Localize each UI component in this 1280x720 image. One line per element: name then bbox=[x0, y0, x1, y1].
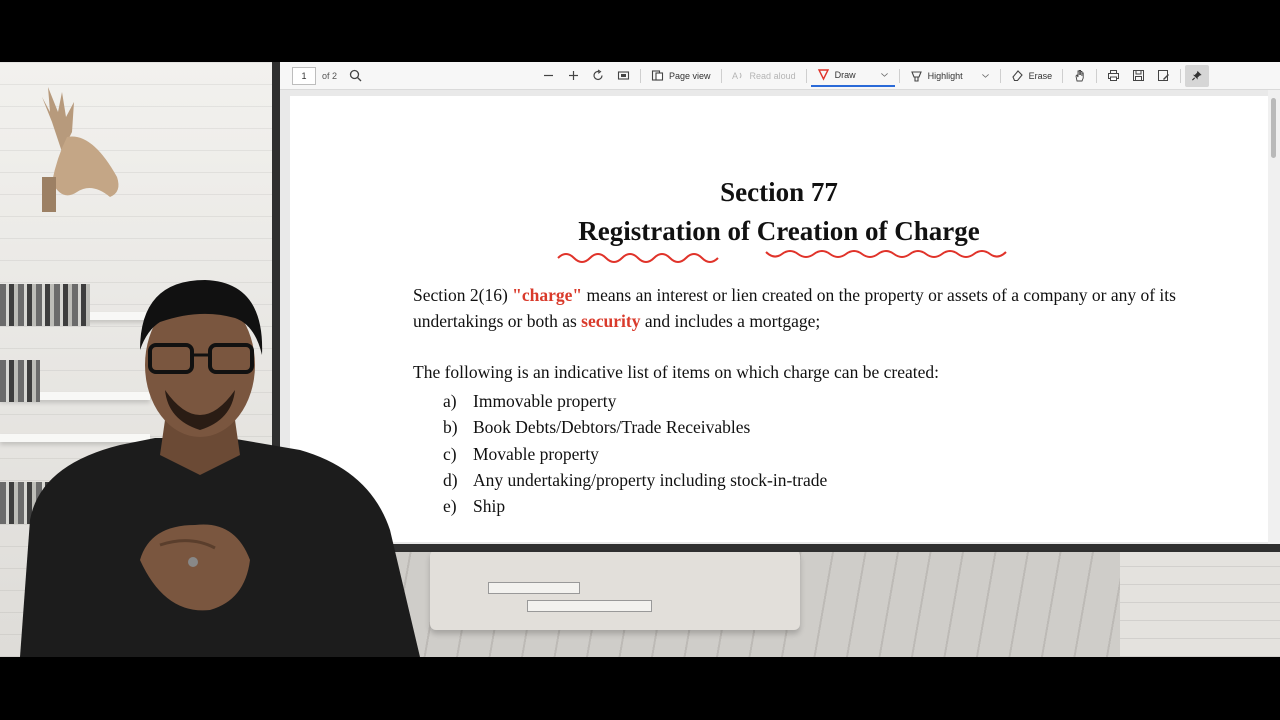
section-number-heading: Section 77 bbox=[720, 177, 838, 207]
list-item-label: a) bbox=[443, 391, 457, 411]
list-item-text: Immovable property bbox=[473, 391, 617, 411]
pdf-page: Section 77 Registration of Creation of C… bbox=[290, 96, 1268, 542]
svg-text:A: A bbox=[732, 71, 738, 81]
moose-head-decor bbox=[42, 87, 119, 212]
plus-icon bbox=[569, 71, 579, 80]
sofa bbox=[430, 550, 800, 630]
chevron-down-icon[interactable] bbox=[880, 68, 889, 81]
chevron-down-icon[interactable] bbox=[981, 69, 990, 82]
save-icon bbox=[1133, 70, 1145, 81]
page-number-input[interactable]: 1 bbox=[292, 66, 316, 85]
scrollbar-thumb[interactable] bbox=[1271, 98, 1276, 158]
coffee-table bbox=[488, 582, 580, 594]
save-as-button[interactable] bbox=[1151, 65, 1176, 87]
minus-icon bbox=[544, 74, 554, 77]
read-aloud-icon: A bbox=[732, 71, 742, 81]
right-wall bbox=[1120, 542, 1280, 657]
page-view-button[interactable]: Page view bbox=[645, 65, 717, 87]
list-item: d) Any undertaking/property including sto… bbox=[443, 467, 827, 493]
page-view-label: Page view bbox=[669, 70, 711, 81]
list-item: e) Ship bbox=[443, 493, 827, 519]
list-item: a) Immovable property bbox=[443, 388, 827, 414]
definition-term: "charge" bbox=[512, 285, 583, 305]
list-intro: The following is an indicative list of i… bbox=[413, 362, 939, 382]
list-item-label: d) bbox=[443, 469, 458, 490]
definition-suffix: and includes a mortgage; bbox=[640, 311, 821, 331]
erase-label: Erase bbox=[1028, 70, 1053, 81]
eraser-icon bbox=[1012, 70, 1023, 82]
read-aloud-label: Read aloud bbox=[749, 70, 796, 81]
highlight-button[interactable]: Highlight bbox=[904, 65, 996, 87]
list-item-text: Book Debts/Debtors/Trade Receivables bbox=[473, 417, 751, 438]
pin-toolbar-button[interactable] bbox=[1185, 64, 1210, 87]
toolbar-divider bbox=[999, 68, 1001, 83]
zoom-in-button[interactable] bbox=[561, 65, 586, 87]
coffee-table bbox=[527, 600, 652, 612]
touch-select-button[interactable] bbox=[1067, 65, 1092, 87]
fit-page-icon bbox=[617, 71, 630, 80]
zoom-out-button[interactable] bbox=[536, 65, 561, 87]
list-item: b) Book Debts/Debtors/Trade Receivables bbox=[443, 414, 827, 440]
print-button[interactable] bbox=[1101, 65, 1126, 87]
red-ink-annotation bbox=[557, 250, 1007, 263]
toolbar-divider bbox=[1062, 68, 1064, 83]
list-item-text: Ship bbox=[473, 496, 506, 517]
page-count: of 2 bbox=[322, 70, 338, 81]
pdf-toolbar: 1 of 2 Page view A Read aloud Draw Highl… bbox=[280, 62, 1280, 90]
list-item-label: b) bbox=[443, 417, 458, 438]
toolbar-divider bbox=[1096, 68, 1098, 83]
vertical-scrollbar[interactable] bbox=[1268, 90, 1280, 544]
toolbar-divider bbox=[640, 68, 642, 83]
read-aloud-button[interactable]: A Read aloud bbox=[726, 65, 802, 87]
list-item: c) Movable property bbox=[443, 441, 827, 467]
charge-definition-paragraph: Section 2(16) "charge" means an interest… bbox=[413, 282, 1193, 334]
save-as-icon bbox=[1158, 70, 1170, 81]
toolbar-divider bbox=[720, 68, 722, 83]
letterbox-top bbox=[0, 0, 1280, 62]
draw-pen-icon bbox=[817, 69, 829, 81]
rotate-icon bbox=[593, 69, 603, 81]
hand-icon bbox=[1075, 70, 1084, 82]
charge-items-list: a) Immovable property b) Book Debts/Debtor… bbox=[443, 388, 827, 519]
list-item-label: c) bbox=[443, 443, 457, 464]
definition-keyword: security bbox=[581, 311, 641, 331]
search-icon bbox=[349, 69, 362, 82]
highlighter-icon bbox=[910, 71, 922, 82]
toolbar-divider bbox=[1180, 68, 1182, 83]
erase-button[interactable]: Erase bbox=[1005, 65, 1059, 87]
toolbar-divider bbox=[805, 68, 807, 83]
letterbox-bottom bbox=[0, 657, 1280, 720]
list-item-text: Any undertaking/property including stock… bbox=[473, 469, 828, 490]
toolbar-divider bbox=[898, 68, 900, 83]
rotate-button[interactable] bbox=[586, 65, 611, 87]
highlight-label: Highlight bbox=[927, 70, 963, 81]
section-title-heading: Registration of Creation of Charge bbox=[578, 216, 980, 246]
search-button[interactable] bbox=[343, 65, 368, 87]
draw-label: Draw bbox=[834, 69, 856, 80]
save-button[interactable] bbox=[1126, 65, 1151, 87]
list-item-label: e) bbox=[443, 496, 457, 517]
list-item-text: Movable property bbox=[473, 443, 599, 464]
presenter bbox=[20, 280, 420, 657]
page-view-icon bbox=[651, 70, 664, 81]
fit-page-button[interactable] bbox=[611, 65, 636, 87]
draw-button[interactable]: Draw bbox=[810, 65, 895, 87]
pin-icon bbox=[1192, 70, 1202, 81]
printer-icon bbox=[1108, 70, 1120, 81]
